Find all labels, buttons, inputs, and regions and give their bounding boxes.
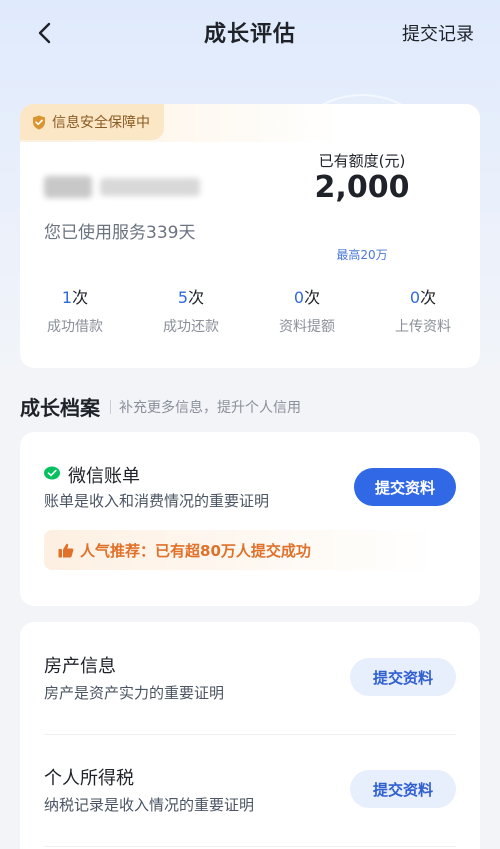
divider — [44, 734, 456, 735]
property-desc: 房产是资产实力的重要证明 — [44, 684, 225, 702]
stat-upload: 0次 上传资料 — [395, 288, 451, 335]
stat-repay: 5次 成功还款 — [163, 288, 219, 335]
property-title: 房产信息 — [44, 656, 116, 677]
wechat-submit-button[interactable]: 提交资料 — [354, 468, 456, 506]
promo-banner: 人气推荐：已有超80万人提交成功 — [44, 530, 436, 570]
wechat-icon — [44, 466, 60, 480]
stats-row: 1次 成功借款 5次 成功还款 0次 资料提额 0次 上传资料 — [0, 284, 500, 344]
security-badge: 信息安全保障中 — [20, 104, 164, 140]
submit-records-link[interactable]: 提交记录 — [402, 20, 474, 46]
section-title: 成长档案 — [20, 396, 100, 420]
growth-profile-header: 成长档案 补充更多信息，提升个人信用 — [20, 392, 301, 421]
stat-info-raise: 0次 资料提额 — [279, 288, 335, 335]
shield-check-icon — [33, 115, 45, 129]
promo-text: 人气推荐：已有超80万人提交成功 — [80, 541, 311, 560]
stat-borrow: 1次 成功借款 — [47, 288, 103, 335]
gauge-labels: 已有额度(元) 2,000 最高20万 — [272, 72, 452, 272]
income-tax-title: 个人所得税 — [44, 768, 134, 789]
wechat-bill-card — [20, 432, 480, 606]
property-submit-button[interactable]: 提交资料 — [350, 658, 456, 696]
masked-username — [44, 176, 200, 198]
divider — [44, 846, 456, 847]
divider — [110, 399, 111, 414]
wechat-bill-title: 微信账单 — [68, 466, 140, 487]
quota-value: 2,000 — [314, 170, 410, 205]
income-tax-desc: 纳税记录是收入情况的重要证明 — [44, 796, 255, 814]
usage-days-text: 您已使用服务339天 — [44, 223, 196, 243]
quota-max-label: 最高20万 — [336, 248, 388, 262]
security-badge-label: 信息安全保障中 — [52, 115, 150, 131]
quota-label: 已有额度(元) — [318, 152, 406, 170]
income-tax-submit-button[interactable]: 提交资料 — [350, 770, 456, 808]
section-subtitle: 补充更多信息，提升个人信用 — [119, 399, 301, 416]
wechat-bill-desc: 账单是收入和消费情况的重要证明 — [44, 492, 270, 510]
thumbs-up-icon — [58, 543, 74, 557]
nav-bar: 成长评估 提交记录 — [0, 0, 500, 68]
